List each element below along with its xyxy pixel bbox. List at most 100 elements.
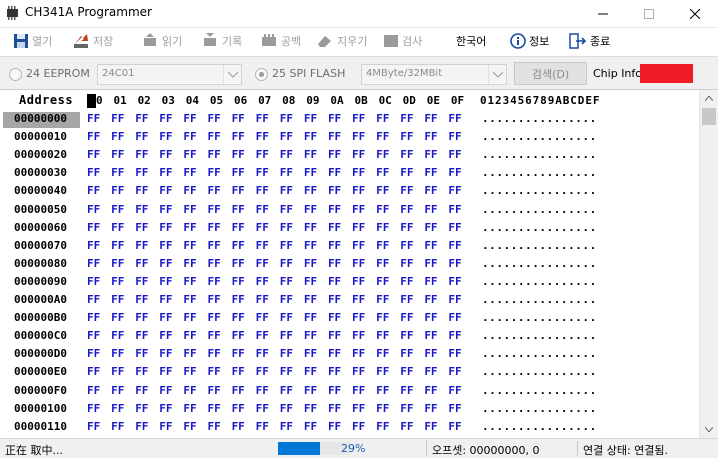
eraser-icon [318, 36, 331, 47]
scroll-down-icon[interactable] [700, 421, 718, 438]
column-header: 05 [209, 94, 224, 107]
row-bytes[interactable]: FF FF FF FF FF FF FF FF FF FF FF FF FF FF FF FF [87, 293, 473, 306]
column-header: 06 [233, 94, 248, 107]
row-address: 00000030 [14, 166, 67, 180]
row-ascii: ................ [482, 383, 597, 397]
chip-info-indicator [640, 64, 693, 83]
column-header: 04 [185, 94, 200, 107]
eeprom-radio-label: 24 EEPROM [26, 67, 90, 80]
row-address: 00000070 [14, 238, 67, 252]
row-bytes[interactable]: FF FF FF FF FF FF FF FF FF FF FF FF FF FF FF FF [87, 184, 473, 197]
eeprom-model-select[interactable]: 24C01 [97, 64, 242, 85]
row-bytes[interactable]: FF FF FF FF FF FF FF FF FF FF FF FF FF FF FF FF [87, 384, 473, 397]
row-bytes[interactable]: FF FF FF FF FF FF FF FF FF FF FF FF FF FF FF FF [87, 257, 473, 270]
spi-flash-radio[interactable] [255, 68, 268, 81]
row-ascii: ................ [482, 166, 597, 180]
row-ascii: ................ [482, 184, 597, 198]
row-address: 000000E0 [14, 365, 67, 379]
verify-chip-icon [384, 35, 398, 47]
row-address: 00000040 [14, 184, 67, 198]
progress-fill [278, 442, 320, 455]
maximize-button[interactable] [626, 0, 672, 28]
row-bytes[interactable]: FF FF FF FF FF FF FF FF FF FF FF FF FF FF FF FF [87, 148, 473, 161]
read-button[interactable]: 읽기 [141, 30, 182, 52]
column-header: 0C [378, 94, 392, 107]
hex-editor[interactable]: Address 00 01 02 03 04 05 06 07 08 09 0A 0B 0C 0D 0E 0F… [0, 90, 700, 438]
row-bytes[interactable]: FF FF FF FF FF FF FF FF FF FF FF FF FF FF FF FF [87, 166, 473, 179]
row-ascii: ................ [482, 148, 597, 162]
row-ascii: ................ [482, 274, 597, 288]
floppy-disk-icon [14, 34, 28, 48]
column-header: 08 [282, 94, 296, 107]
row-ascii: ................ [482, 220, 597, 234]
row-ascii: ................ [482, 130, 597, 144]
row-ascii: ................ [482, 202, 597, 216]
language-label: 한국어 [456, 35, 487, 48]
chevron-down-icon [223, 65, 241, 84]
row-ascii: ................ [482, 238, 597, 252]
exit-button[interactable]: 종료 [569, 30, 610, 52]
maximize-icon [644, 9, 654, 19]
column-header: 01 [113, 94, 127, 107]
row-address: 00000050 [14, 202, 67, 216]
address-header: Address [19, 93, 74, 107]
column-header: 09 [306, 94, 320, 107]
column-header: 0A [330, 94, 344, 107]
row-bytes[interactable]: FF FF FF FF FF FF FF FF FF FF FF FF FF FF FF FF [87, 311, 473, 324]
row-bytes[interactable]: FF FF FF FF FF FF FF FF FF FF FF FF FF FF FF FF [87, 239, 473, 252]
erase-button[interactable]: 지우기 [316, 30, 367, 52]
ascii-header: 0123456789ABCDEF [480, 94, 601, 107]
row-bytes[interactable]: FF FF FF FF FF FF FF FF FF FF FF FF FF FF FF FF [87, 112, 473, 125]
blank-check-button[interactable]: 공백 [260, 30, 301, 52]
erase-label: 지우기 [337, 35, 368, 48]
detect-button[interactable]: 검색(D) [514, 62, 587, 85]
connection-status: 연결 상태: 연결됨. [583, 444, 669, 457]
save-button[interactable]: 저장 [73, 30, 113, 52]
scroll-thumb[interactable] [702, 108, 716, 125]
info-label: 정보 [529, 35, 550, 48]
chip-blank-icon [262, 34, 276, 46]
status-separator [426, 441, 427, 456]
info-button[interactable]: 정보 [510, 30, 549, 52]
language-button[interactable]: 한국어 [456, 30, 486, 52]
row-bytes[interactable]: FF FF FF FF FF FF FF FF FF FF FF FF FF FF FF FF [87, 275, 473, 288]
column-header: 0E [426, 94, 441, 107]
row-ascii: ................ [482, 256, 597, 270]
row-ascii: ................ [482, 365, 597, 379]
row-bytes[interactable]: FF FF FF FF FF FF FF FF FF FF FF FF FF FF FF FF [87, 221, 473, 234]
row-bytes[interactable]: FF FF FF FF FF FF FF FF FF FF FF FF FF FF FF FF [87, 402, 473, 415]
row-address: 000000B0 [14, 311, 67, 325]
column-header: 00 [89, 94, 103, 107]
row-address: 00000010 [14, 130, 67, 144]
row-bytes[interactable]: FF FF FF FF FF FF FF FF FF FF FF FF FF FF FF FF [87, 130, 473, 143]
write-button[interactable]: 기록 [201, 30, 242, 52]
row-bytes[interactable]: FF FF FF FF FF FF FF FF FF FF FF FF FF FF FF FF [87, 329, 473, 342]
minimize-icon [598, 13, 608, 15]
row-bytes[interactable]: FF FF FF FF FF FF FF FF FF FF FF FF FF FF FF FF [87, 203, 473, 216]
open-button[interactable]: 열기 [13, 30, 52, 52]
row-address: 00000000 [3, 112, 80, 128]
blank-label: 공백 [281, 35, 302, 48]
title-bar: CH341A Programmer [0, 0, 718, 28]
row-address: 000000A0 [14, 293, 67, 306]
spi-flash-radio-label: 25 SPI FLASH [272, 67, 346, 80]
toolbar: 열기 저장 읽기 기록 공백 지우기 검사 한국어 정보 종료 [0, 28, 718, 56]
minimize-button[interactable] [580, 0, 626, 28]
row-bytes[interactable]: FF FF FF FF FF FF FF FF FF FF FF FF FF FF FF FF [87, 420, 473, 433]
scroll-up-icon[interactable] [700, 90, 718, 107]
vertical-scrollbar[interactable] [699, 90, 718, 438]
row-bytes[interactable]: FF FF FF FF FF FF FF FF FF FF FF FF FF FF FF FF [87, 365, 473, 378]
column-header: 03 [161, 94, 175, 107]
column-header: 07 [258, 94, 272, 107]
chevron-down-icon [488, 65, 506, 84]
eeprom-radio[interactable] [9, 68, 22, 81]
row-address: 00000110 [14, 419, 67, 433]
save-arrow-icon [74, 34, 88, 48]
offset-readout: 오프셋: 00000000, 0 [432, 444, 540, 457]
spi-size-select[interactable]: 4MByte/32MBit [361, 64, 507, 85]
close-button[interactable] [672, 0, 718, 28]
column-header: 0F [450, 94, 465, 107]
row-bytes[interactable]: FF FF FF FF FF FF FF FF FF FF FF FF FF FF FF FF [87, 347, 473, 360]
verify-button[interactable]: 검사 [383, 30, 422, 52]
row-ascii: ................ [482, 401, 597, 415]
